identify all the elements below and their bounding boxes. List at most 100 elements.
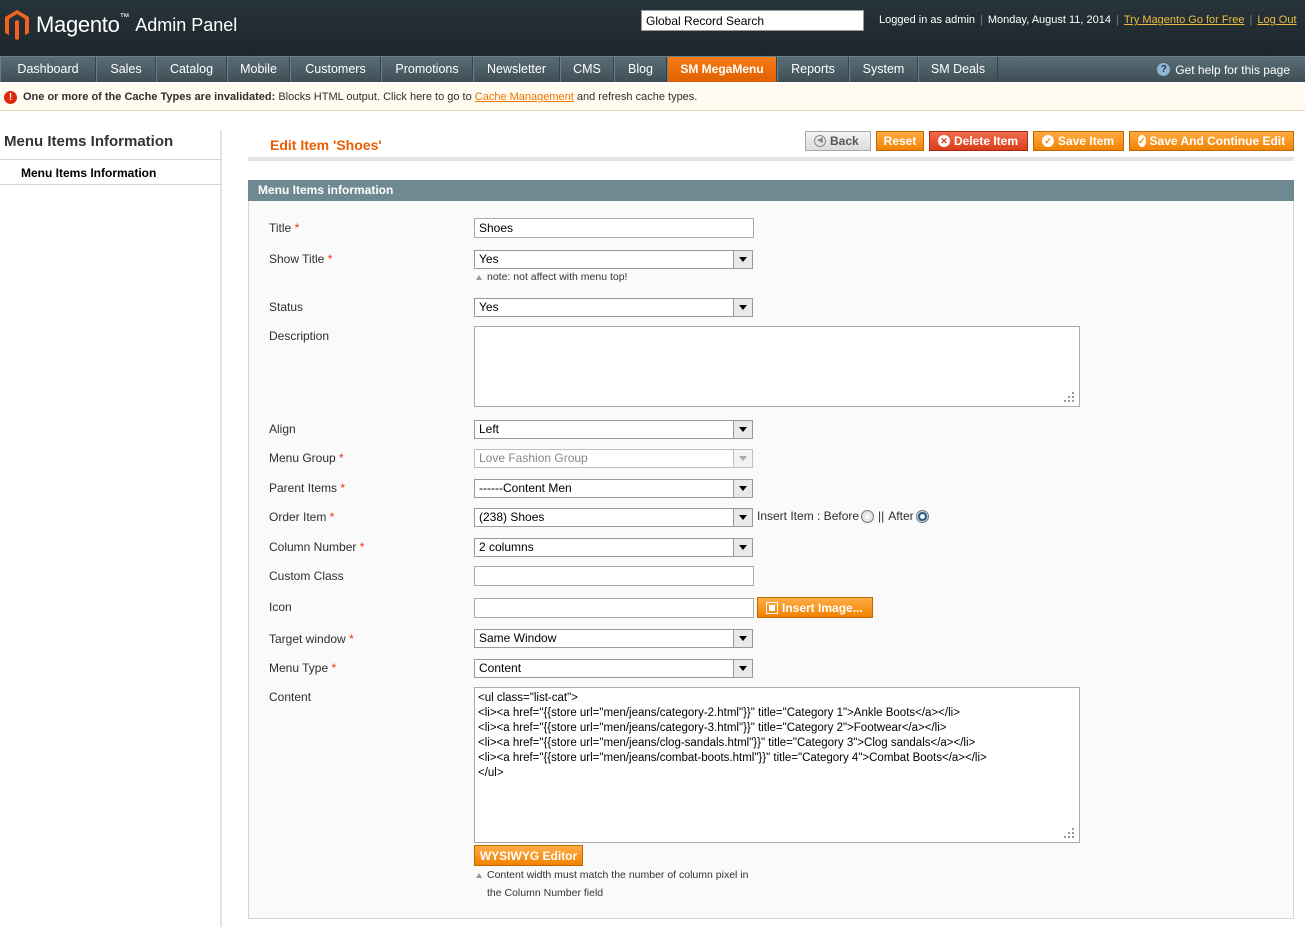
align-select[interactable]: Left: [474, 420, 753, 439]
notice-text-2: and refresh cache types.: [573, 91, 698, 103]
global-search-input[interactable]: [641, 10, 864, 31]
menu-type-label: Menu Type *: [269, 661, 337, 675]
align-label: Align: [269, 422, 296, 436]
error-icon: !: [4, 91, 17, 104]
nav-sales[interactable]: Sales: [96, 57, 156, 82]
nav-newsletter[interactable]: Newsletter: [473, 57, 560, 82]
save-item-button[interactable]: ✓ Save Item: [1033, 131, 1124, 151]
insert-before-radio[interactable]: [861, 509, 875, 523]
nav-sm-megamenu[interactable]: SM MegaMenu: [667, 57, 777, 82]
nav-cms[interactable]: CMS: [560, 57, 614, 82]
column-number-label: Column Number *: [269, 540, 365, 554]
delete-item-button[interactable]: ✕ Delete Item: [929, 131, 1028, 151]
show-title-note: note: not affect with menu top!: [476, 271, 627, 283]
note-triangle-icon: [476, 872, 482, 878]
wysiwyg-editor-button[interactable]: WYSIWYG Editor: [474, 845, 583, 866]
magento-logo[interactable]: Magento™ Admin Panel: [4, 9, 237, 41]
chevron-down-icon: [733, 539, 752, 556]
chevron-down-icon: [733, 480, 752, 497]
nav-sm-deals[interactable]: SM Deals: [918, 57, 998, 82]
title-divider: [248, 157, 1294, 161]
chevron-down-icon: [733, 630, 752, 647]
sidebar: Menu Items Information Menu Items Inform…: [0, 130, 222, 927]
insert-before-label: Insert Item : Before: [757, 509, 860, 523]
insert-after-radio[interactable]: [915, 509, 929, 523]
status-select[interactable]: Yes: [474, 298, 753, 317]
column-number-select[interactable]: 2 columns: [474, 538, 753, 557]
icon-label: Icon: [269, 600, 292, 614]
delete-icon: ✕: [938, 135, 950, 147]
resize-grip-icon[interactable]: [1064, 828, 1076, 840]
custom-class-label: Custom Class: [269, 569, 344, 583]
nav-dashboard[interactable]: Dashboard: [0, 57, 96, 82]
nav-reports[interactable]: Reports: [777, 57, 849, 82]
page-title: Edit Item 'Shoes': [270, 137, 382, 153]
brand-name: Magento™: [36, 12, 130, 37]
parent-items-label: Parent Items *: [269, 481, 346, 495]
target-window-label: Target window *: [269, 632, 354, 646]
nav-mobile[interactable]: Mobile: [227, 57, 290, 82]
header-date: Monday, August 11, 2014: [987, 14, 1112, 26]
menu-group-select: Love Fashion Group: [474, 449, 753, 468]
nav-customers[interactable]: Customers: [290, 57, 381, 82]
brand-subtitle: Admin Panel: [135, 14, 238, 35]
chevron-down-icon: [733, 660, 752, 677]
menu-type-select[interactable]: Content: [474, 659, 753, 678]
description-textarea[interactable]: [474, 326, 1080, 407]
target-window-select[interactable]: Same Window: [474, 629, 753, 648]
notice-bold: One or more of the Cache Types are inval…: [23, 91, 276, 103]
magento-logo-icon: [5, 10, 29, 40]
menu-group-label: Menu Group *: [269, 451, 344, 465]
chevron-down-icon: [733, 421, 752, 438]
content-textarea[interactable]: <ul class="list-cat"> <li><a href="{{sto…: [474, 687, 1080, 843]
insert-after-label: After: [888, 509, 914, 523]
cache-management-link[interactable]: Cache Management: [475, 91, 574, 103]
parent-items-select[interactable]: ------Content Men: [474, 479, 753, 498]
fieldset-header: Menu Items information: [248, 180, 1294, 201]
header: Magento™ Admin Panel Logged in as admin|…: [0, 0, 1305, 56]
logged-in-text: Logged in as admin: [879, 14, 976, 26]
main-nav: Dashboard Sales Catalog Mobile Customers…: [0, 56, 1305, 82]
reset-button[interactable]: Reset: [876, 131, 924, 151]
nav-catalog[interactable]: Catalog: [156, 57, 227, 82]
check-icon: ✓: [1042, 135, 1054, 147]
resize-grip-icon[interactable]: [1064, 392, 1076, 404]
notice-text-1: Blocks HTML output. Click here to go to: [275, 91, 475, 103]
help-icon: ?: [1157, 63, 1171, 76]
show-title-select[interactable]: Yes: [474, 250, 753, 269]
order-item-select[interactable]: (238) Shoes: [474, 508, 753, 527]
description-label: Description: [269, 329, 330, 343]
try-magento-go-link[interactable]: Try Magento Go for Free: [1124, 14, 1245, 26]
status-label: Status: [269, 300, 304, 314]
chevron-down-icon: [733, 450, 752, 467]
insert-separator: ||: [878, 509, 885, 523]
insert-position: Insert Item : Before || After: [757, 509, 929, 523]
logout-link[interactable]: Log Out: [1257, 14, 1296, 26]
insert-image-button[interactable]: Insert Image...: [757, 597, 873, 618]
chevron-down-icon: [733, 509, 752, 526]
content-note: Content width must match the number of c…: [476, 869, 748, 881]
chevron-down-icon: [733, 251, 752, 268]
image-icon: [766, 601, 778, 614]
nav-system[interactable]: System: [849, 57, 918, 82]
chevron-down-icon: [733, 299, 752, 316]
note-triangle-icon: [476, 274, 482, 280]
nav-promotions[interactable]: Promotions: [381, 57, 473, 82]
sidebar-divider: [0, 159, 222, 160]
content-label: Content: [269, 690, 312, 704]
back-button[interactable]: ◀ Back: [805, 131, 871, 151]
content-note-line-2: the Column Number field: [487, 887, 604, 899]
show-title-label: Show Title *: [269, 252, 333, 266]
cache-notice: ! One or more of the Cache Types are inv…: [0, 84, 1305, 111]
icon-input[interactable]: [474, 598, 754, 618]
save-and-continue-button[interactable]: ✓ Save And Continue Edit: [1129, 131, 1294, 151]
title-input[interactable]: [474, 218, 754, 238]
custom-class-input[interactable]: [474, 566, 754, 586]
header-links: Logged in as admin | Monday, August 11, 20…: [879, 14, 1297, 26]
nav-blog[interactable]: Blog: [614, 57, 667, 82]
sidebar-title: Menu Items Information: [4, 133, 174, 150]
sidebar-tab-menu-items-information[interactable]: Menu Items Information: [21, 166, 156, 180]
help-link[interactable]: ? Get help for this page: [1157, 57, 1290, 82]
check-icon: ✓: [1138, 135, 1146, 147]
back-arrow-icon: ◀: [814, 135, 826, 147]
